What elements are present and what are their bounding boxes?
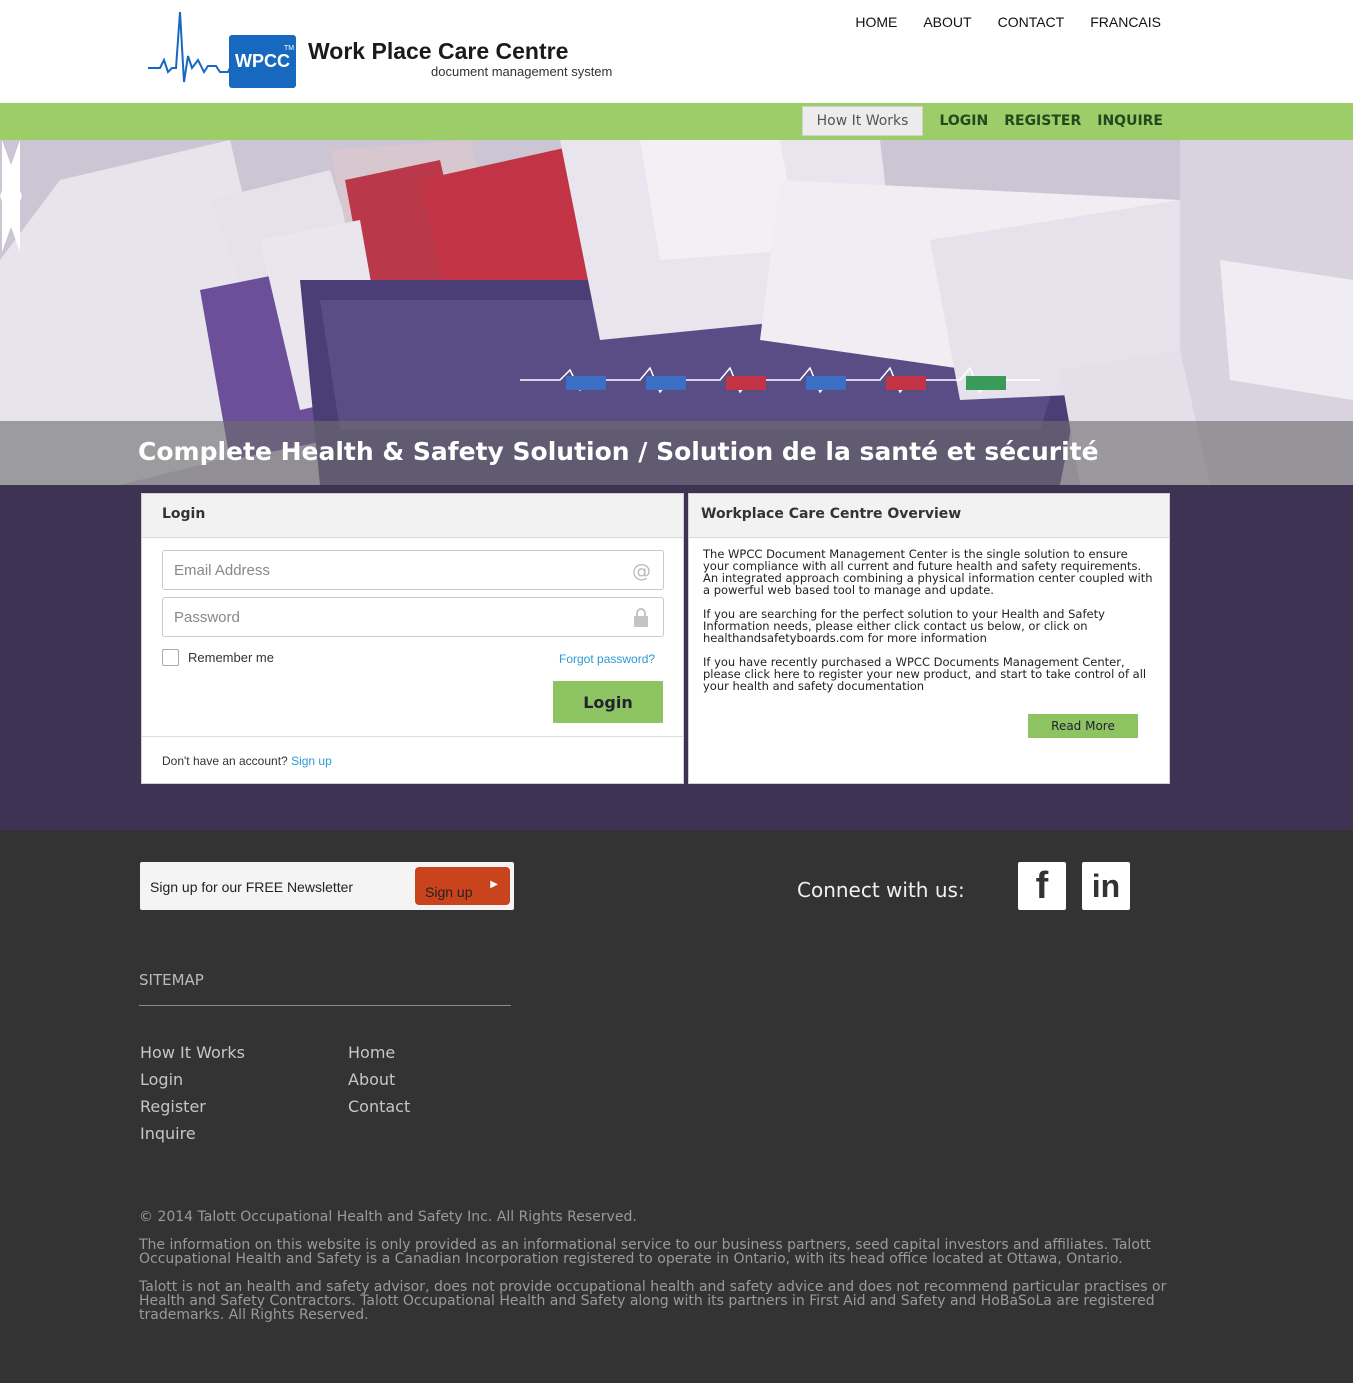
legal-info-1: The information on this website is only … [139,1237,1151,1267]
logo-title: Work Place Care Centre [308,38,569,64]
site-logo[interactable]: WPCC TM Work Place Care Centre document … [146,8,636,92]
sitemap-column-1: How It Works Login Register Inquire [140,1043,245,1151]
nav-francais[interactable]: FRANCAIS [1090,14,1161,30]
password-placeholder: Password [174,609,240,626]
newsletter-box: Sign up for our FREE Newsletter Sign up … [140,862,514,910]
newsletter-label: Sign up for our FREE Newsletter [150,879,354,895]
logo-trademark: TM [284,45,295,52]
overview-body: The WPCC Document Management Center is t… [703,548,1153,704]
newsletter-signup-button[interactable]: Sign up ▶ [415,867,510,905]
sitemap-column-2: Home About Contact [348,1043,410,1124]
hero-caption-bar: Complete Health & Safety Solution / Solu… [0,421,1353,485]
signup-prompt: Don't have an account? Sign up [162,754,332,768]
newsletter-signup-label: Sign up [425,884,473,900]
logo-badge: WPCC [229,35,296,88]
legal-info-2: Talott is not an health and safety advis… [139,1279,1167,1323]
hero-slider: Complete Health & Safety Solution / Solu… [0,140,1353,485]
how-it-works-button[interactable]: How It Works [801,106,924,136]
login-link[interactable]: LOGIN [939,113,988,129]
login-button[interactable]: Login [553,681,663,723]
sub-nav: How It Works LOGIN REGISTER INQUIRE [801,106,1163,136]
sitemap-login[interactable]: Login [140,1070,245,1097]
facebook-icon[interactable]: f [1018,862,1066,910]
copyright: © 2014 Talott Occupational Health and Sa… [139,1209,637,1225]
site-footer: Sign up for our FREE Newsletter Sign up … [0,830,1353,1383]
overview-panel-title: Workplace Care Centre Overview [689,494,1169,538]
forgot-password-link[interactable]: Forgot password? [559,652,655,666]
overview-panel: Workplace Care Centre Overview The WPCC … [688,493,1170,784]
heartbeat-icon [148,11,236,83]
login-panel: Login Email Address @ Password Remember … [141,493,684,784]
legal-text: © 2014 Talott Occupational Health and Sa… [139,1210,1214,1336]
email-field[interactable]: Email Address @ [162,550,664,590]
hero-caption: Complete Health & Safety Solution / Solu… [138,437,1099,466]
overview-paragraph-2: If you are searching for the perfect sol… [703,607,1105,645]
login-panel-title: Login [142,494,683,538]
top-nav: HOME ABOUT CONTACT FRANCAIS [829,14,1161,30]
at-sign-icon: @ [632,560,651,582]
read-more-button[interactable]: Read More [1028,714,1138,738]
login-footer: Don't have an account? Sign up [142,736,683,784]
nav-contact[interactable]: CONTACT [998,14,1065,30]
remember-me-checkbox[interactable] [162,649,179,666]
sitemap-inquire[interactable]: Inquire [140,1124,245,1151]
sub-nav-bar: How It Works LOGIN REGISTER INQUIRE [0,103,1353,140]
sitemap-how-it-works[interactable]: How It Works [140,1043,245,1070]
register-link[interactable]: REGISTER [1004,113,1081,129]
no-account-text: Don't have an account? [162,754,288,768]
site-header: WPCC TM Work Place Care Centre document … [0,0,1353,103]
nav-about[interactable]: ABOUT [923,14,971,30]
sitemap-home[interactable]: Home [348,1043,410,1070]
linkedin-icon[interactable]: in [1082,862,1130,910]
password-field[interactable]: Password [162,597,664,637]
logo-subtitle: document management system [431,64,613,79]
sitemap-divider [139,1005,511,1006]
caret-right-icon: ▶ [490,879,498,890]
overview-paragraph-3: If you have recently purchased a WPCC Do… [703,655,1147,693]
sitemap-title: SITEMAP [139,971,204,989]
inquire-link[interactable]: INQUIRE [1097,113,1163,129]
lock-icon [634,608,648,627]
connect-label: Connect with us: [797,878,965,902]
nav-home[interactable]: HOME [855,14,897,30]
remember-me-label: Remember me [188,650,274,665]
sitemap-about[interactable]: About [348,1070,410,1097]
signup-link[interactable]: Sign up [291,754,332,768]
slider-next-arrow-icon[interactable] [0,140,22,252]
sitemap-contact[interactable]: Contact [348,1097,410,1124]
overview-paragraph-1: The WPCC Document Management Center is t… [703,547,1153,597]
sitemap-register[interactable]: Register [140,1097,245,1124]
email-placeholder: Email Address [174,562,270,579]
